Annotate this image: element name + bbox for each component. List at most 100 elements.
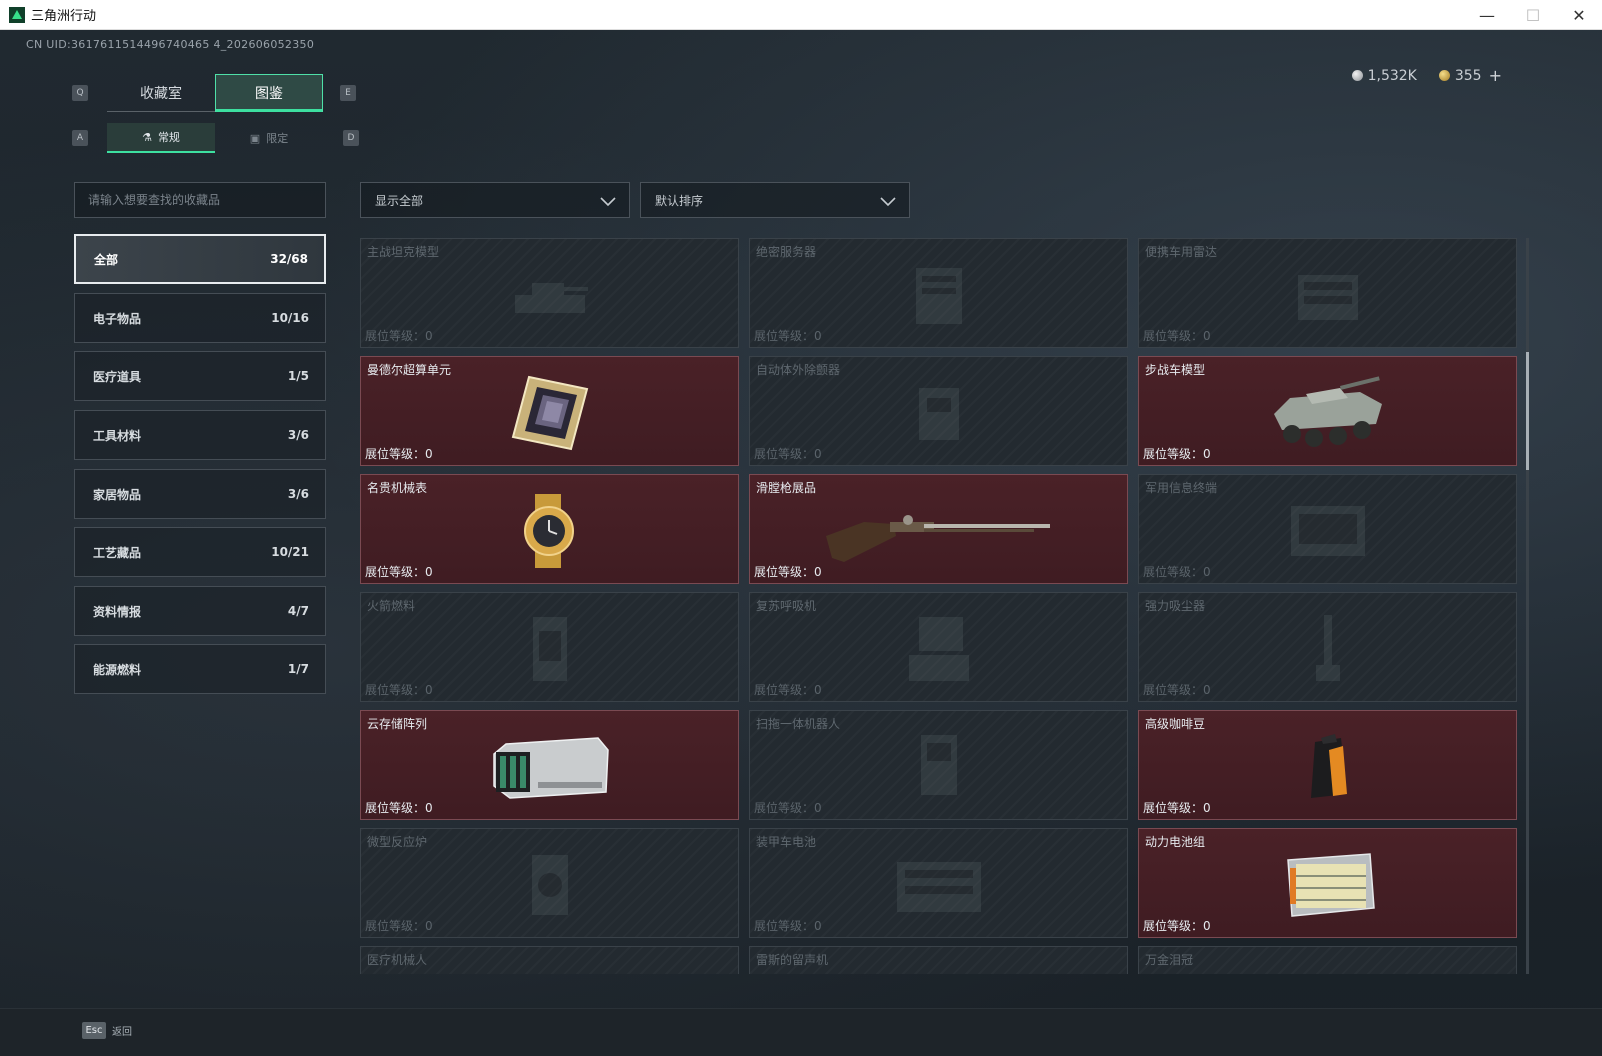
add-currency-button[interactable]: + bbox=[1489, 66, 1502, 85]
item-name: 名贵机械表 bbox=[367, 481, 428, 495]
radar-icon bbox=[1297, 275, 1358, 321]
chevron-down-icon bbox=[600, 197, 616, 207]
item-name: 动力电池组 bbox=[1145, 835, 1206, 849]
tab-collection-room[interactable]: 收藏室 bbox=[107, 74, 215, 112]
defibrillator-icon bbox=[918, 388, 959, 441]
category-name: 全部 bbox=[94, 252, 119, 267]
category-name: 工具材料 bbox=[93, 428, 142, 443]
tab-regular[interactable]: ⚗ 常规 bbox=[107, 123, 215, 153]
item-card[interactable]: 微型反应炉 展位等级：0 bbox=[360, 828, 739, 938]
item-card[interactable]: 复苏呼吸机 展位等级：0 bbox=[749, 592, 1128, 702]
back-button[interactable]: Esc 返回 bbox=[82, 1022, 132, 1039]
window-title: 三角洲行动 bbox=[31, 8, 97, 23]
armored-vehicle-battery-icon bbox=[896, 862, 981, 913]
category-intel[interactable]: 资料情报 4/7 bbox=[74, 586, 326, 636]
item-level: 展位等级：0 bbox=[365, 801, 433, 815]
item-card[interactable]: 医疗机械人 bbox=[360, 946, 739, 974]
user-uid: CN UID:3617611514496740465 4_20260605235… bbox=[26, 38, 315, 51]
item-name: 滑膛枪展品 bbox=[756, 481, 817, 495]
category-count: 10/16 bbox=[271, 311, 309, 325]
item-name: 扫拖一体机器人 bbox=[756, 717, 841, 731]
close-button[interactable]: ✕ bbox=[1556, 0, 1602, 30]
silver-currency: 1,532K bbox=[1351, 68, 1417, 84]
item-name: 高级咖啡豆 bbox=[1145, 717, 1206, 731]
back-label: 返回 bbox=[112, 1027, 132, 1038]
category-name: 医疗道具 bbox=[93, 369, 142, 384]
micro-reactor-icon bbox=[531, 855, 568, 916]
key-hint-a: A bbox=[72, 130, 88, 146]
category-all[interactable]: 全部 32/68 bbox=[74, 234, 326, 284]
item-card[interactable]: 强力吸尘器 展位等级：0 bbox=[1138, 592, 1517, 702]
search-input[interactable] bbox=[74, 182, 326, 218]
bottom-bar: Esc 返回 bbox=[0, 1008, 1602, 1056]
gold-amount: 355 bbox=[1454, 67, 1482, 84]
item-card[interactable]: 扫拖一体机器人 展位等级：0 bbox=[749, 710, 1128, 820]
item-level: 展位等级：0 bbox=[754, 447, 822, 461]
item-card[interactable]: 动力电池组 展位等级：0 bbox=[1138, 828, 1517, 938]
category-medical[interactable]: 医疗道具 1/5 bbox=[74, 351, 326, 401]
item-card[interactable]: 军用信息终端 展位等级：0 bbox=[1138, 474, 1517, 584]
item-name: 万金泪冠 bbox=[1145, 953, 1194, 967]
window-titlebar: 三角洲行动 — ☐ ✕ bbox=[0, 0, 1602, 30]
key-hint-e: E bbox=[340, 85, 356, 101]
grid-scroll-thumb[interactable] bbox=[1526, 352, 1529, 470]
item-card[interactable]: 绝密服务器 展位等级：0 bbox=[749, 238, 1128, 348]
item-level: 展位等级：0 bbox=[1143, 329, 1211, 343]
power-battery-pack-icon bbox=[1286, 853, 1375, 917]
esc-key-hint: Esc bbox=[82, 1022, 106, 1039]
coffee-beans-icon bbox=[1310, 734, 1347, 799]
item-card[interactable]: 主战坦克模型 展位等级：0 bbox=[360, 238, 739, 348]
item-name: 便携车用雷达 bbox=[1145, 245, 1218, 259]
item-card[interactable]: 便携车用雷达 展位等级：0 bbox=[1138, 238, 1517, 348]
item-name: 绝密服务器 bbox=[756, 245, 817, 259]
filter-dropdown[interactable]: 显示全部 bbox=[360, 182, 630, 218]
category-name: 资料情报 bbox=[93, 604, 142, 619]
item-level: 展位等级：0 bbox=[754, 801, 822, 815]
category-energy[interactable]: 能源燃料 1/7 bbox=[74, 644, 326, 694]
collection-grid: 主战坦克模型 展位等级：0 绝密服务器 展位等级：0 便携车用雷达 展位等级：0 bbox=[360, 238, 1522, 974]
sort-dropdown[interactable]: 默认排序 bbox=[640, 182, 910, 218]
ventilator-icon bbox=[908, 617, 969, 682]
item-card[interactable]: 雷斯的留声机 bbox=[749, 946, 1128, 974]
maximize-button[interactable]: ☐ bbox=[1510, 0, 1556, 30]
category-electronics[interactable]: 电子物品 10/16 bbox=[74, 293, 326, 343]
ifv-model-icon bbox=[1273, 376, 1382, 448]
collection-grid-inner: 主战坦克模型 展位等级：0 绝密服务器 展位等级：0 便携车用雷达 展位等级：0 bbox=[360, 238, 1522, 974]
item-card[interactable]: 火箭燃料 展位等级：0 bbox=[360, 592, 739, 702]
server-icon bbox=[915, 268, 962, 325]
item-card[interactable]: 名贵机械表 展位等级：0 bbox=[360, 474, 739, 584]
item-level: 展位等级：0 bbox=[1143, 447, 1211, 461]
category-count: 10/21 bbox=[271, 545, 309, 559]
window-controls: — ☐ ✕ bbox=[1464, 0, 1602, 30]
item-card[interactable]: 装甲车电池 展位等级：0 bbox=[749, 828, 1128, 938]
category-crafts[interactable]: 工艺藏品 10/21 bbox=[74, 527, 326, 577]
tab-regular-label: 常规 bbox=[157, 131, 180, 144]
item-name: 火箭燃料 bbox=[367, 599, 416, 613]
item-card[interactable]: 万金泪冠 bbox=[1138, 946, 1517, 974]
item-name: 自动体外除颤器 bbox=[756, 363, 841, 377]
item-name: 强力吸尘器 bbox=[1145, 599, 1206, 613]
chevron-down-icon bbox=[880, 197, 896, 207]
currency-bar: 1,532K 355 + bbox=[1351, 66, 1502, 85]
category-tools[interactable]: 工具材料 3/6 bbox=[74, 410, 326, 460]
item-card[interactable]: 高级咖啡豆 展位等级：0 bbox=[1138, 710, 1517, 820]
vacuum-cleaner-icon bbox=[1315, 615, 1340, 682]
filter-dropdown-value: 显示全部 bbox=[375, 193, 424, 208]
main-tabs: 收藏室 图鉴 bbox=[107, 74, 323, 112]
item-card[interactable]: 曼德尔超算单元 展位等级：0 bbox=[360, 356, 739, 466]
category-household[interactable]: 家居物品 3/6 bbox=[74, 469, 326, 519]
gold-currency: 355 + bbox=[1438, 66, 1502, 85]
item-name: 云存储阵列 bbox=[367, 717, 428, 731]
item-card[interactable]: 步战车模型 展位等级：0 bbox=[1138, 356, 1517, 466]
item-level: 展位等级：0 bbox=[754, 565, 822, 579]
tab-catalog[interactable]: 图鉴 bbox=[215, 74, 323, 112]
item-card[interactable]: 滑膛枪展品 展位等级：0 bbox=[749, 474, 1128, 584]
grid-scrollbar[interactable] bbox=[1526, 238, 1529, 974]
silver-coin-icon bbox=[1351, 70, 1363, 81]
item-level: 展位等级：0 bbox=[365, 683, 433, 697]
item-card[interactable]: 云存储阵列 展位等级：0 bbox=[360, 710, 739, 820]
item-card[interactable]: 自动体外除颤器 展位等级：0 bbox=[749, 356, 1128, 466]
tab-limited[interactable]: ▣ 限定 bbox=[215, 123, 323, 153]
minimize-button[interactable]: — bbox=[1464, 0, 1510, 30]
category-name: 电子物品 bbox=[93, 311, 142, 326]
